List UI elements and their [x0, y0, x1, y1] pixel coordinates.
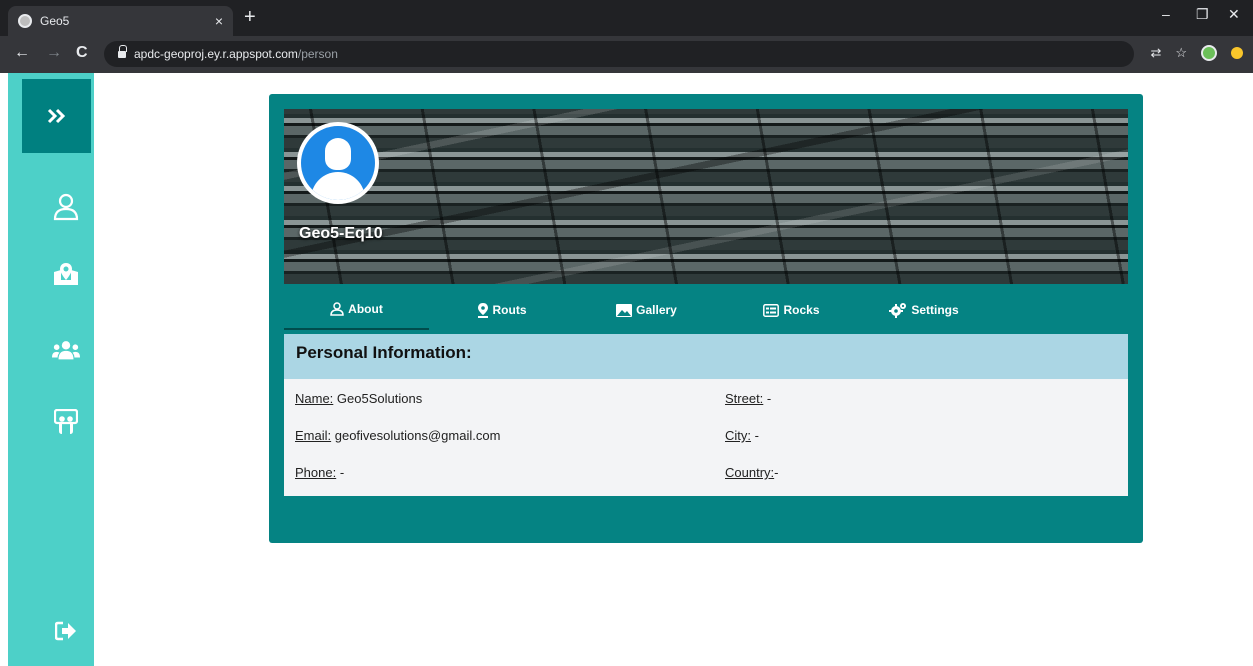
- tab-about[interactable]: About: [284, 290, 429, 330]
- tab-gallery-label: Gallery: [636, 303, 677, 317]
- name-value: Geo5Solutions: [333, 391, 423, 406]
- tab-about-label: About: [348, 302, 383, 316]
- country-value: -: [774, 465, 779, 480]
- url-path: /person: [297, 47, 338, 61]
- tab-settings-label: Settings: [911, 303, 959, 317]
- favicon-icon: [18, 14, 32, 28]
- sidebar-item-profile[interactable]: [52, 193, 80, 221]
- street-field: Street: -: [725, 391, 771, 406]
- city-label: City:: [725, 428, 751, 443]
- sidebar-panel: [8, 73, 94, 666]
- url-host: apdc-geoproj.ey.r.appspot.com: [134, 47, 298, 61]
- user-icon: [53, 193, 79, 221]
- map-pin-icon: [477, 302, 488, 318]
- tab-rocks[interactable]: Rocks: [719, 290, 864, 330]
- country-label: Country:: [725, 465, 775, 480]
- extension-icon[interactable]: [1201, 45, 1217, 61]
- sidebar-item-groups[interactable]: [52, 336, 80, 364]
- translate-icon[interactable]: ⇄: [1150, 45, 1161, 61]
- email-field: Email: geofivesolutions@gmail.com: [295, 428, 500, 443]
- logout-icon: [55, 621, 76, 641]
- profile-name: Geo5-Eq10: [299, 225, 383, 242]
- map-location-icon: [54, 263, 78, 285]
- new-tab-button[interactable]: +: [244, 7, 256, 27]
- street-label: Street:: [725, 391, 764, 406]
- browser-tab[interactable]: Geo5 ×: [8, 6, 233, 36]
- avatar[interactable]: [297, 122, 379, 204]
- gear-icon: [889, 303, 907, 318]
- browser-tabbar: Geo5 × + – ❐ ✕: [0, 0, 1253, 36]
- tab-close-icon[interactable]: ×: [215, 13, 223, 29]
- personal-info-header: Personal Information:: [284, 334, 1128, 379]
- sidebar: [0, 73, 94, 666]
- phone-field: Phone: -: [295, 465, 344, 480]
- email-value: geofivesolutions@gmail.com: [331, 428, 501, 443]
- street-value: -: [763, 391, 772, 406]
- bookmark-star-icon[interactable]: ☆: [1175, 45, 1187, 61]
- list-icon: [763, 303, 780, 317]
- tab-routs-label: Routs: [492, 303, 527, 317]
- email-label: Email:: [295, 428, 332, 443]
- browser-toolbar: ← → C apdc-geoproj.ey.r.appspot.com /per…: [0, 36, 1253, 73]
- tab-title: Geo5: [40, 14, 70, 28]
- profile-avatar-icon[interactable]: [1231, 47, 1243, 59]
- city-field: City: -: [725, 428, 759, 443]
- profile-tabs: About Routs Gallery Rocks Settings: [284, 290, 1128, 330]
- image-icon: [616, 303, 633, 317]
- cover-image: [284, 109, 1128, 284]
- personal-info-panel: Name: Geo5Solutions Email: geofivesoluti…: [284, 379, 1128, 496]
- reload-icon[interactable]: C: [76, 45, 88, 61]
- tab-settings[interactable]: Settings: [864, 290, 984, 330]
- profile-card: Geo5-Eq10 About Routs Gallery Rocks Sett…: [269, 94, 1143, 543]
- tab-routs[interactable]: Routs: [429, 290, 574, 330]
- tab-gallery[interactable]: Gallery: [574, 290, 719, 330]
- name-label: Name:: [295, 391, 334, 406]
- personal-info-title: Personal Information:: [296, 343, 472, 362]
- slideshare-icon: [54, 409, 78, 434]
- sidebar-item-rocks[interactable]: [52, 408, 80, 436]
- forward-icon[interactable]: →: [46, 45, 62, 61]
- minimize-button[interactable]: –: [1162, 6, 1170, 22]
- phone-label: Phone:: [295, 465, 337, 480]
- tab-rocks-label: Rocks: [783, 303, 820, 317]
- address-bar[interactable]: apdc-geoproj.ey.r.appspot.com /person: [104, 41, 1134, 67]
- restore-button[interactable]: ❐: [1196, 6, 1209, 23]
- users-group-icon: [52, 341, 80, 360]
- sidebar-item-logout[interactable]: [52, 617, 80, 645]
- country-field: Country:-: [725, 465, 778, 480]
- phone-value: -: [336, 465, 345, 480]
- close-window-button[interactable]: ✕: [1228, 6, 1240, 23]
- name-field: Name: Geo5Solutions: [295, 391, 422, 406]
- user-icon: [330, 302, 344, 316]
- sidebar-expand-button[interactable]: [22, 79, 91, 153]
- default-user-icon: [301, 126, 375, 200]
- sidebar-item-map[interactable]: [52, 260, 80, 288]
- city-value: -: [751, 428, 759, 443]
- back-icon[interactable]: ←: [14, 45, 30, 61]
- double-chevron-right-icon: [47, 108, 65, 124]
- lock-icon: [118, 45, 127, 59]
